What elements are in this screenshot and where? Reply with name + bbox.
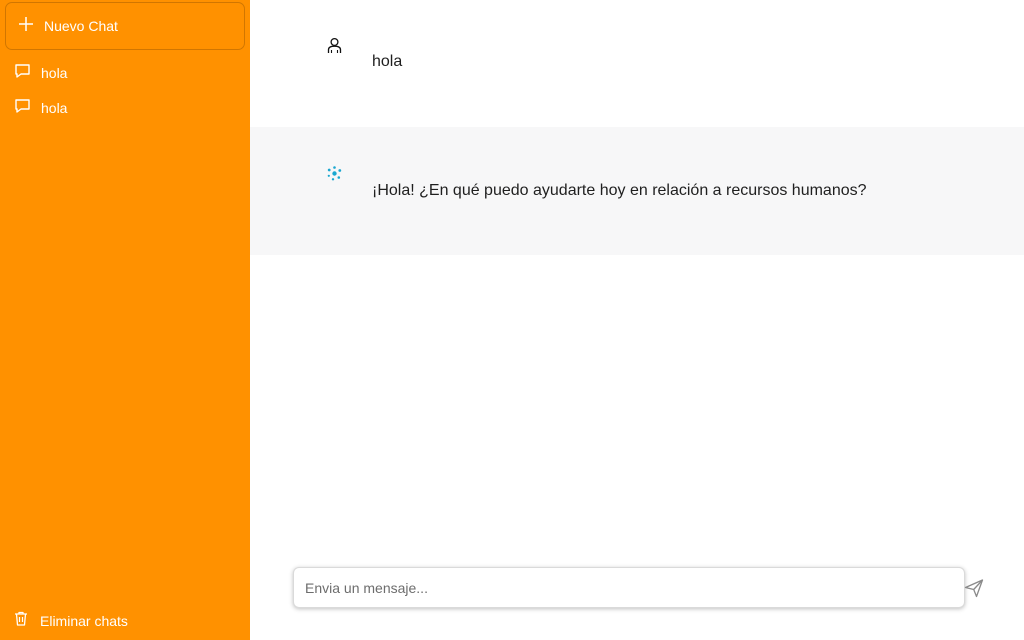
send-icon[interactable]: [963, 577, 985, 599]
message-input[interactable]: [294, 568, 964, 607]
sidebar-chat-item[interactable]: hola: [14, 61, 234, 85]
chat-item-label: hola: [41, 65, 68, 81]
sidebar-chat-item[interactable]: hola: [14, 96, 234, 120]
chat-app: Nuevo Chat hola hola Eliminar chats hola…: [0, 0, 1024, 640]
chat-panel: hola ¡Hola! ¿En qué puedo ayudarte hoy e…: [250, 0, 1024, 640]
trash-icon: [14, 611, 28, 631]
sidebar: Nuevo Chat hola hola Eliminar chats: [0, 0, 250, 640]
chat-item-label: hola: [41, 100, 68, 116]
plus-icon: [18, 16, 34, 37]
message-icon: [14, 63, 31, 84]
delete-chats-label: Eliminar chats: [40, 613, 128, 629]
user-icon: [326, 37, 343, 59]
new-chat-label: Nuevo Chat: [44, 18, 118, 34]
assistant-message-text: ¡Hola! ¿En qué puedo ayudarte hoy en rel…: [372, 182, 867, 199]
delete-chats-button[interactable]: Eliminar chats: [14, 609, 214, 633]
message-composer: [293, 567, 965, 608]
message-icon: [14, 98, 31, 119]
window-bottom-edge: [0, 636, 1024, 640]
user-message-text: hola: [372, 53, 403, 70]
user-message: hola: [250, 0, 1024, 127]
bot-logo-icon: [326, 165, 343, 187]
assistant-message: ¡Hola! ¿En qué puedo ayudarte hoy en rel…: [250, 127, 1024, 255]
new-chat-button[interactable]: Nuevo Chat: [5, 2, 245, 50]
